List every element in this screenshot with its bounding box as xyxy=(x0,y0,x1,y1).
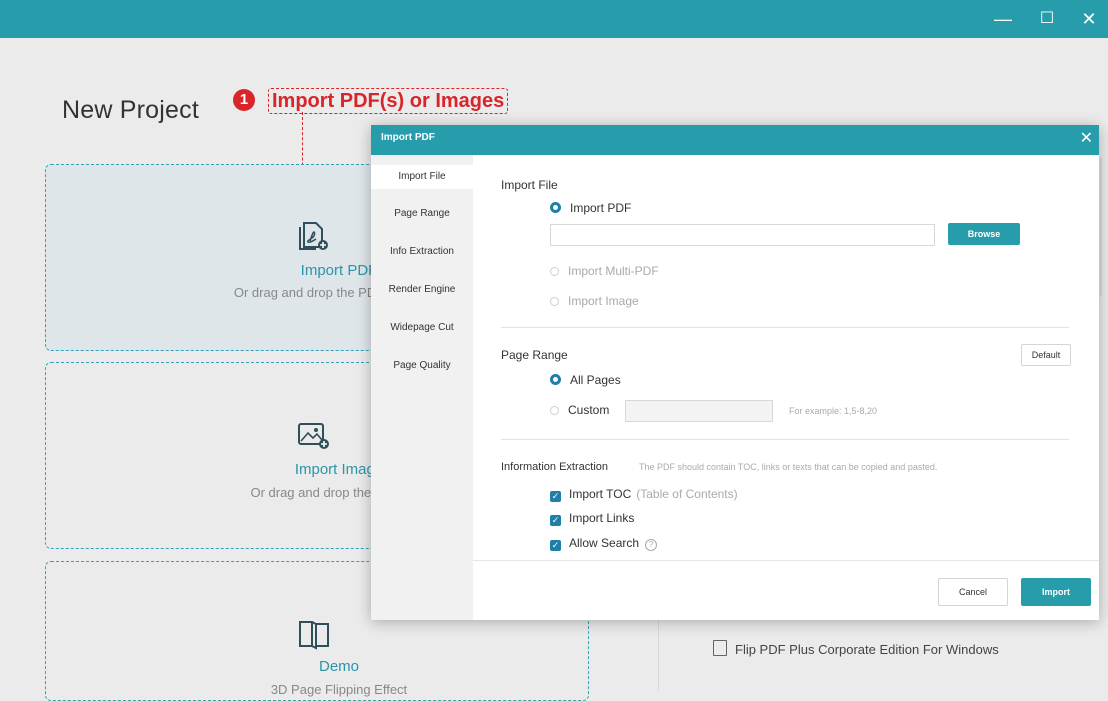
checkmark-icon: ✓ xyxy=(550,491,561,502)
radio-import-pdf[interactable]: Import PDF xyxy=(550,201,631,215)
section-divider xyxy=(501,439,1069,440)
callout-label: Import PDF(s) or Images xyxy=(268,88,509,114)
close-icon[interactable]: ✕ xyxy=(1078,8,1100,30)
radio-unselected-icon xyxy=(550,297,559,306)
dialog-close-icon[interactable]: ✕ xyxy=(1080,128,1093,148)
import-file-heading: Import File xyxy=(501,178,558,192)
help-icon[interactable]: ? xyxy=(645,539,658,551)
radio-import-multi-pdf[interactable]: Import Multi-PDF xyxy=(550,264,659,278)
custom-range-input[interactable] xyxy=(625,400,773,422)
sidebar-item-page-quality[interactable]: Page Quality xyxy=(371,360,473,371)
info-extraction-heading: Information Extraction xyxy=(501,461,608,473)
dialog-scrollbar-thumb[interactable] xyxy=(1099,157,1102,297)
radio-unselected-icon xyxy=(550,267,559,276)
maximize-icon[interactable]: ☐ xyxy=(1036,8,1058,30)
pdf-file-icon xyxy=(299,222,328,250)
sidebar-item-widepage-cut[interactable]: Widepage Cut xyxy=(371,322,473,333)
page-title: New Project xyxy=(62,96,199,124)
minimize-icon[interactable]: — xyxy=(992,8,1014,30)
radio-all-pages[interactable]: All Pages xyxy=(550,373,621,387)
checkmark-icon: ✓ xyxy=(550,515,561,526)
radio-selected-icon xyxy=(550,374,561,385)
checkbox-allow-search[interactable]: ✓ Allow Search? xyxy=(550,536,658,551)
dialog-content: Import File Import PDF Browse Import Mul… xyxy=(473,155,1099,560)
dialog-footer-divider xyxy=(473,560,1099,561)
browse-button[interactable]: Browse xyxy=(948,223,1020,245)
image-icon xyxy=(298,423,329,449)
sidebar-item-info-extraction[interactable]: Info Extraction xyxy=(371,246,473,257)
recent-project-item[interactable]: Flip PDF Plus Corporate Edition For Wind… xyxy=(713,640,999,657)
import-links-label: Import Links xyxy=(569,511,635,525)
title-bar: — ☐ ✕ xyxy=(0,0,1108,38)
allow-search-label: Allow Search xyxy=(569,536,640,550)
dialog-title: Import PDF xyxy=(381,132,435,143)
radio-import-image[interactable]: Import Image xyxy=(550,294,639,308)
cancel-button[interactable]: Cancel xyxy=(938,578,1008,606)
import-toc-note: (Table of Contents) xyxy=(636,487,738,501)
checkbox-import-links[interactable]: ✓ Import Links xyxy=(550,511,634,526)
dialog-sidebar: Import File Page Range Info Extraction R… xyxy=(371,155,473,620)
radio-selected-icon xyxy=(550,202,561,213)
default-button[interactable]: Default xyxy=(1021,344,1071,366)
radio-custom-label: Custom xyxy=(568,403,610,417)
radio-custom[interactable]: Custom xyxy=(550,403,609,417)
pdf-path-input[interactable] xyxy=(550,224,935,246)
radio-import-pdf-label: Import PDF xyxy=(570,201,632,215)
radio-all-pages-label: All Pages xyxy=(570,373,621,387)
info-extraction-hint: The PDF should contain TOC, links or tex… xyxy=(639,462,938,472)
page-range-heading: Page Range xyxy=(501,348,568,362)
import-pdf-dialog: Import PDF ✕ Import File Page Range Info… xyxy=(371,125,1102,620)
sidebar-item-render-engine[interactable]: Render Engine xyxy=(371,284,473,295)
demo-title: Demo xyxy=(318,658,359,675)
document-icon xyxy=(713,640,727,656)
import-button[interactable]: Import xyxy=(1021,578,1091,606)
recent-project-label: Flip PDF Plus Corporate Edition For Wind… xyxy=(735,642,999,657)
custom-range-example: For example: 1,5-8,20 xyxy=(789,406,878,416)
callout-number-badge: 1 xyxy=(233,89,255,111)
radio-import-image-label: Import Image xyxy=(568,294,639,308)
dialog-header: Import PDF ✕ xyxy=(371,125,1099,155)
radio-import-multi-pdf-label: Import Multi-PDF xyxy=(568,264,659,278)
section-divider xyxy=(501,327,1069,328)
checkbox-import-toc[interactable]: ✓ Import TOC (Table of Contents) xyxy=(550,487,738,502)
book-icon xyxy=(299,621,329,650)
sidebar-item-page-range[interactable]: Page Range xyxy=(371,208,473,219)
import-toc-label: Import TOC xyxy=(569,487,632,501)
sidebar-item-import-file[interactable]: Import File xyxy=(371,165,473,189)
radio-unselected-icon xyxy=(550,406,559,415)
checkmark-icon: ✓ xyxy=(550,540,561,551)
